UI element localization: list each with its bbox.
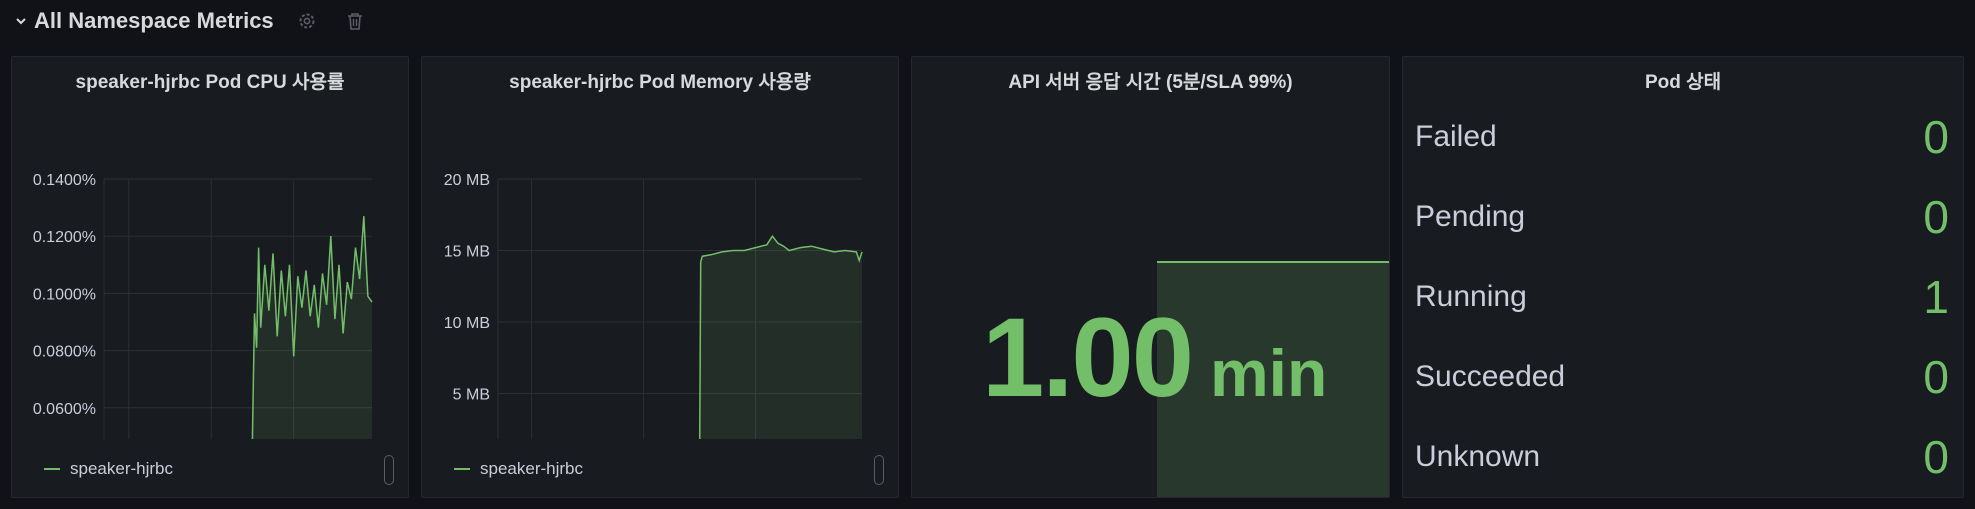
pod-status-title[interactable]: Pod 상태 [1403, 67, 1963, 93]
pod-status-row-succeeded: Succeeded 0 [1415, 347, 1949, 407]
pod-status-label: Failed [1415, 120, 1497, 153]
series-area [252, 216, 372, 439]
y-tick-label: 0.0800% [33, 344, 96, 361]
pod-status-row-pending: Pending 0 [1415, 187, 1949, 247]
memory-panel: speaker-hjrbc Pod Memory 사용량 0 B5 MB10 M… [421, 56, 899, 498]
pod-status-label: Unknown [1415, 440, 1541, 473]
y-tick-label: 0.1000% [33, 286, 96, 303]
pod-status-row-unknown: Unknown 0 [1415, 427, 1949, 487]
y-tick-label: 0.0600% [33, 401, 96, 418]
cpu-chart: 0.0400%0.0600%0.0800%0.1000%0.1200%0.140… [33, 172, 373, 439]
api-sparkline [1157, 261, 1389, 497]
pod-status-value: 0 [1923, 191, 1949, 243]
api-stat-value: 1.00 min [982, 293, 1327, 422]
chevron-down-icon[interactable] [12, 12, 30, 30]
pod-status-label: Running [1415, 280, 1527, 313]
y-tick-label: 5 MB [453, 387, 490, 404]
pod-status-row-running: Running 1 [1415, 267, 1949, 327]
pod-status-label: Succeeded [1415, 360, 1566, 393]
pod-status-value: 0 [1923, 351, 1949, 403]
pod-status-panel: Pod 상태 Failed 0 Pending 0 Running 1 Succ… [1402, 56, 1964, 498]
gear-icon[interactable] [296, 10, 318, 32]
y-tick-label: 15 MB [444, 244, 490, 261]
pod-status-value: 1 [1923, 271, 1949, 323]
pod-status-value: 0 [1923, 111, 1949, 163]
pod-status-value: 0 [1923, 431, 1949, 483]
pod-status-row-failed: Failed 0 [1415, 107, 1949, 167]
cpu-panel-title[interactable]: speaker-hjrbc Pod CPU 사용률 [12, 67, 408, 93]
memory-panel-title[interactable]: speaker-hjrbc Pod Memory 사용량 [422, 67, 898, 93]
api-stat-number: 1.00 [982, 295, 1194, 420]
memory-legend-label: speaker-hjrbc [480, 459, 583, 478]
y-tick-label: 10 MB [444, 315, 490, 332]
y-tick-label: 0.1400% [33, 172, 96, 189]
memory-legend[interactable]: speaker-hjrbc [454, 459, 583, 479]
pod-status-label: Pending [1415, 200, 1526, 233]
legend-scrollbar[interactable] [384, 455, 394, 485]
trash-icon[interactable] [344, 10, 366, 32]
api-stat-unit: min [1209, 336, 1328, 410]
row-title[interactable]: All Namespace Metrics [34, 8, 274, 34]
y-tick-label: 0.1200% [33, 229, 96, 246]
cpu-legend[interactable]: speaker-hjrbc [44, 459, 173, 479]
cpu-legend-label: speaker-hjrbc [70, 459, 173, 478]
cpu-panel: speaker-hjrbc Pod CPU 사용률 0.0400%0.0600%… [11, 56, 409, 498]
y-tick-label: 20 MB [444, 172, 490, 189]
legend-scrollbar[interactable] [874, 455, 884, 485]
row-header: All Namespace Metrics [0, 0, 1975, 42]
legend-swatch [44, 468, 60, 470]
series-area [699, 236, 862, 439]
legend-swatch [454, 468, 470, 470]
memory-chart: 0 B5 MB10 MB15 MB20 MB14:0016:0018:00 [444, 172, 863, 439]
api-panel: API 서버 응답 시간 (5분/SLA 99%) 1.00 min [911, 56, 1390, 498]
